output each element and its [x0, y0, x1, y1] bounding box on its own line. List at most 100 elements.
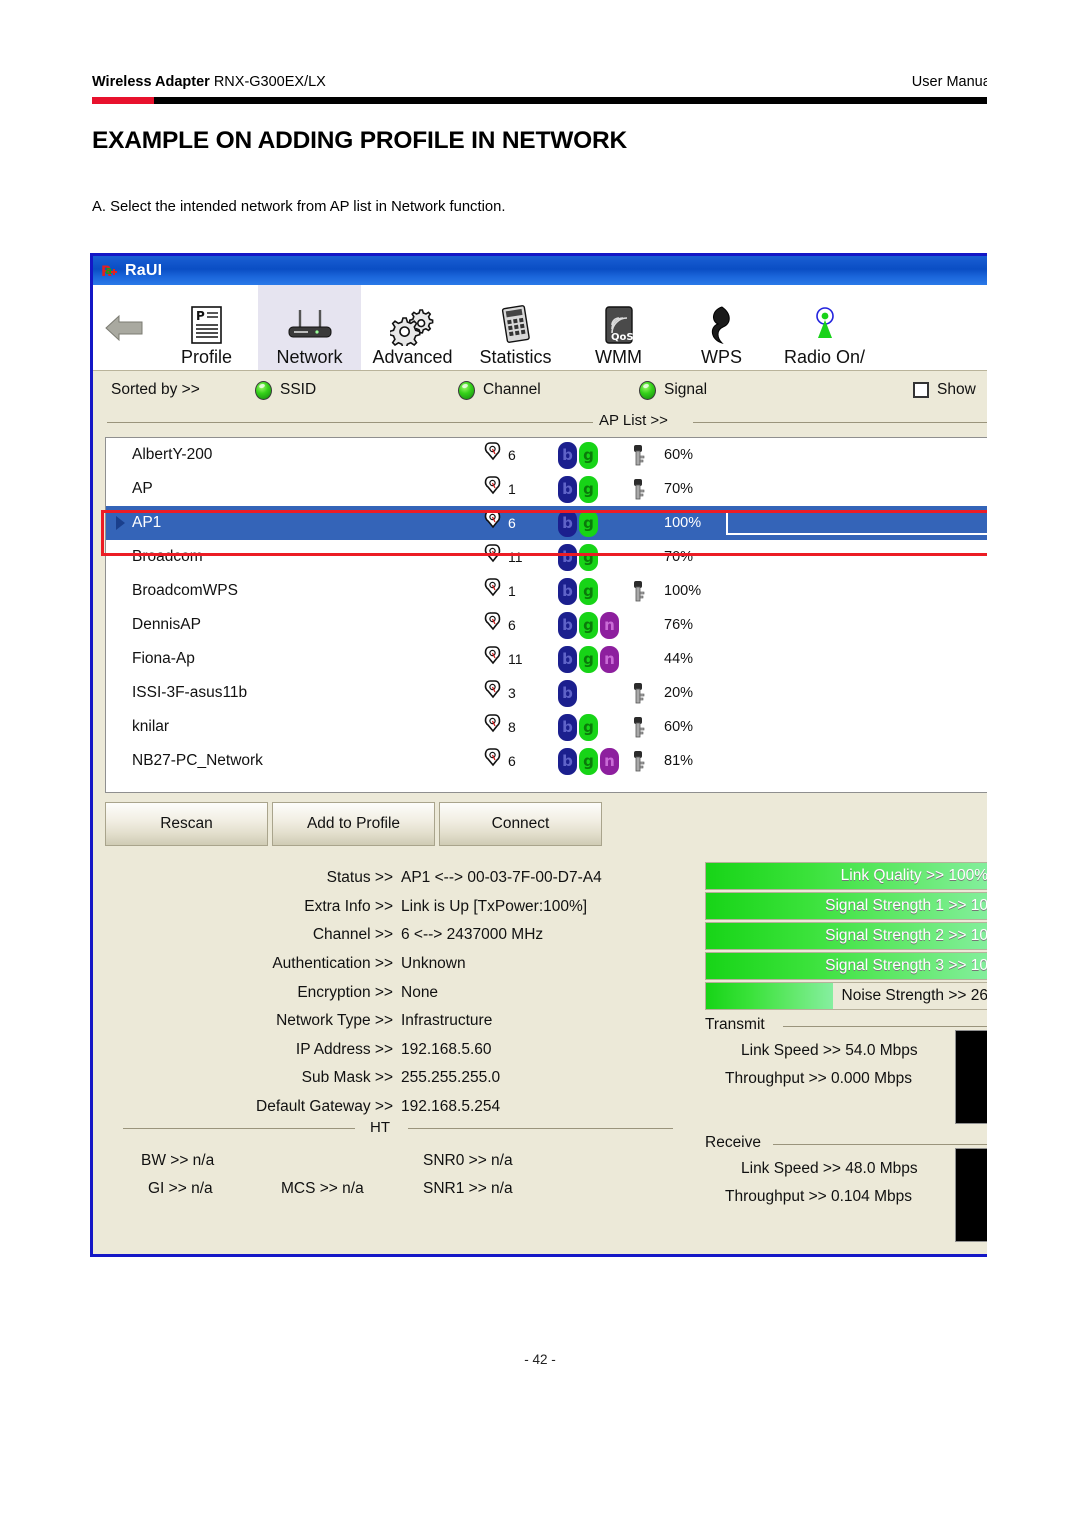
security-lock-icon [630, 444, 646, 466]
toolbar-item-statistics[interactable]: Statistics [464, 285, 567, 370]
mode-badge-g: g [579, 747, 598, 775]
radio-ssid-icon[interactable] [255, 380, 272, 400]
page-intro-text: A. Select the intended network from AP l… [92, 199, 506, 215]
security-lock-icon [630, 478, 646, 500]
receive-link-speed: Link Speed >> 48.0 Mbps [741, 1160, 918, 1177]
transmit-section-title: Transmit [705, 1016, 765, 1033]
status-key: Status >> [326, 869, 393, 887]
rescan-button[interactable]: Rescan [105, 802, 268, 846]
toolbar-label-network: Network [276, 347, 343, 367]
ap-ssid: AlbertY-200 [132, 446, 213, 463]
ap-channel-number: 1 [508, 481, 516, 497]
transmit-rule [783, 1026, 987, 1027]
ap-list[interactable]: AlbertY-200 6 b g 60% AP 1 b g 70% AP1 6 b g 100% Broad… [105, 437, 987, 793]
status-line: IP Address >> 192.168.5.60 [113, 1036, 693, 1065]
ap-mode-badges: bg [558, 577, 619, 605]
status-line: Extra Info >> Link is Up [TxPower:100%] [113, 893, 693, 922]
status-key: Channel >> [312, 926, 393, 944]
ap-ssid: AP1 [132, 514, 162, 531]
table-row[interactable]: AP 1 b g 70% [106, 472, 987, 506]
ap-ssid: Fiona-Ap [132, 650, 195, 667]
channel-gauge-icon [484, 747, 506, 776]
security-lock-icon [630, 750, 646, 772]
transmit-throughput: Throughput >> 0.000 Mbps [725, 1070, 912, 1087]
mode-badge-b: b [558, 543, 577, 571]
toolbar-item-network[interactable]: Network [258, 285, 361, 370]
ap-channel: 1 [484, 577, 516, 606]
mode-badge-empty [579, 680, 598, 707]
status-line: Network Type >> Infrastructure [113, 1007, 693, 1036]
sort-option-signal[interactable]: Signal [639, 380, 707, 400]
svg-text:QoS: QoS [611, 332, 634, 343]
signal-meter: Signal Strength 2 >> 10 [705, 922, 987, 950]
table-row[interactable]: Fiona-Ap 11 b g n 44% [106, 642, 987, 676]
ap-channel: 8 [484, 713, 516, 742]
toolbar-item-radio-onoff[interactable]: Radio On/ [773, 285, 876, 370]
mode-badge-b: b [558, 509, 577, 537]
toolbar-item-wps[interactable]: WPS [670, 285, 773, 370]
ap-channel: 6 [484, 611, 516, 640]
table-row[interactable]: AlbertY-200 6 b g 60% [106, 438, 987, 472]
ap-signal-percent: 81% [664, 753, 694, 769]
status-line: Channel >> 6 <--> 2437000 MHz [113, 921, 693, 950]
status-panel: Status >> AP1 <--> 00-03-7F-00-D7-A4 Extra… [93, 852, 987, 1254]
back-arrow-icon[interactable] [93, 285, 155, 370]
ap-signal-percent: 70% [664, 549, 694, 565]
toolbar-label-wmm: WMM [595, 347, 642, 367]
ht-mcs: MCS >> n/a [281, 1180, 364, 1197]
toolbar-label-profile: Profile [180, 347, 233, 367]
page-title: EXAMPLE ON ADDING PROFILE IN NETWORK [92, 127, 627, 154]
ap-mode-badges: bg [558, 509, 619, 537]
mode-badge-empty [600, 510, 619, 537]
table-row[interactable]: DennisAP 6 b g n 76% [106, 608, 987, 642]
transmit-throughput-graph [955, 1030, 987, 1124]
radio-signal-icon[interactable] [639, 380, 656, 400]
mode-badge-b: b [558, 475, 577, 503]
mode-badge-g: g [579, 645, 598, 673]
ap-signal-percent: 60% [664, 447, 694, 463]
show-checkbox[interactable] [913, 382, 929, 398]
mode-badge-empty [600, 544, 619, 571]
toolbar-item-profile[interactable]: P Profile [155, 285, 258, 370]
show-checkbox-group[interactable]: Show [913, 381, 976, 399]
toolbar-item-wmm[interactable]: QoS WMM [567, 285, 670, 370]
radio-channel-icon[interactable] [458, 380, 475, 400]
mode-badge-empty [600, 578, 619, 605]
radio-antenna-icon [808, 303, 842, 347]
ap-channel: 6 [484, 441, 516, 470]
ap-mode-badges: bg [558, 713, 619, 741]
table-row[interactable]: AP1 6 b g 100% [106, 506, 987, 540]
ap-ssid: knilar [132, 718, 170, 735]
status-line: Status >> AP1 <--> 00-03-7F-00-D7-A4 [113, 864, 693, 893]
mode-badge-n: n [600, 611, 619, 639]
status-value: Infrastructure [401, 1012, 493, 1030]
mode-badge-g: g [579, 543, 598, 571]
table-row[interactable]: ISSI-3F-asus11b 3 b 20% [106, 676, 987, 710]
ap-channel-number: 8 [508, 719, 516, 735]
signal-meters: Link Quality >> 100% Signal Strength 1 >>… [705, 862, 987, 1012]
ht-section-separator: HT [123, 1119, 673, 1136]
connect-button[interactable]: Connect [439, 802, 602, 846]
ap-channel-number: 6 [508, 617, 516, 633]
ap-signal-percent: 76% [664, 617, 694, 633]
ap-channel-number: 6 [508, 753, 516, 769]
table-row[interactable]: NB27-PC_Network 6 b g n 81% [106, 744, 987, 778]
mode-badge-g: g [579, 509, 598, 537]
window-titlebar: R a RaUI [93, 256, 987, 285]
table-row[interactable]: Broadcom 11 b g 70% [106, 540, 987, 574]
header-product-bold: Wireless Adapter [92, 74, 210, 90]
table-row[interactable]: knilar 8 b g 60% [106, 710, 987, 744]
sort-option-ssid[interactable]: SSID [255, 380, 316, 400]
signal-meter-fill [706, 983, 833, 1009]
raui-application-window: R a RaUI P Profile Network Advanced Stat… [90, 253, 987, 1257]
channel-gauge-icon [484, 577, 506, 606]
sort-option-channel[interactable]: Channel [458, 380, 541, 400]
mode-badge-g: g [579, 441, 598, 469]
status-key: Authentication >> [272, 955, 393, 973]
toolbar-item-advanced[interactable]: Advanced [361, 285, 464, 370]
signal-meter: Signal Strength 3 >> 10 [705, 952, 987, 980]
status-key: Encryption >> [297, 983, 393, 1001]
channel-gauge-icon [484, 679, 506, 708]
add-to-profile-button[interactable]: Add to Profile [272, 802, 435, 846]
table-row[interactable]: BroadcomWPS 1 b g 100% [106, 574, 987, 608]
